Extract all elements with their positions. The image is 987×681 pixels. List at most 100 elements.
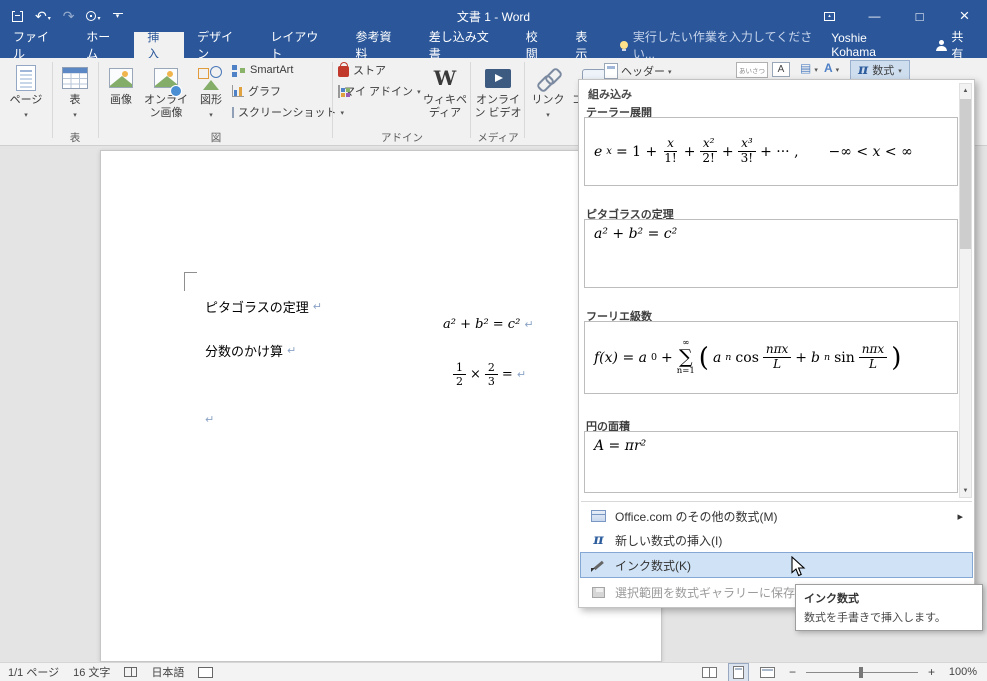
tab-references[interactable]: 参考資料 [342, 30, 415, 61]
web-layout-icon [759, 666, 775, 678]
margin-corner-mark [184, 272, 197, 291]
links-button[interactable]: リンク [528, 60, 568, 132]
group-separator [470, 62, 471, 138]
print-layout-button[interactable] [727, 662, 749, 681]
language-indicator[interactable]: 日本語 [151, 664, 184, 680]
quick-parts-button[interactable] [800, 62, 818, 75]
status-left: 1/1 ページ 16 文字 日本語 [0, 664, 214, 680]
tab-design[interactable]: デザイン [184, 30, 257, 61]
gallery-item-pythagoras[interactable]: a² + b² = c² [584, 219, 958, 288]
chart-button[interactable]: グラフ [230, 81, 330, 101]
maximize-button[interactable] [897, 0, 942, 32]
header-dropdown-arrow [668, 65, 672, 77]
doc-heading-fraction: 分数のかけ算 ↵ [205, 344, 297, 360]
share-label: 共有 [951, 30, 964, 61]
wikipedia-button[interactable]: ウィキペディア [422, 60, 468, 132]
read-mode-icon [701, 666, 717, 678]
zoom-percentage[interactable]: 100% [945, 666, 977, 678]
ime-mode-icon[interactable] [198, 666, 214, 678]
equation-gallery-dropdown: 組み込み テーラー展開 ex = 1 + x 1! + x² 2! + x³ 3! +… [578, 79, 975, 608]
customize-qat-button[interactable] [112, 6, 123, 26]
doc-fraction-equation: 12 × 23 = ↵ [453, 361, 526, 388]
summation: ∞ ∑ n=1 [676, 338, 695, 377]
wordart-icon [824, 62, 833, 75]
save-icon [12, 10, 23, 22]
group-label-addins: アドイン [381, 132, 423, 144]
word-count[interactable]: 16 文字 [73, 664, 110, 680]
office-com-icon [591, 510, 606, 522]
my-addins-button[interactable]: マイ アドイン [336, 81, 422, 101]
submenu-arrow-icon [957, 509, 963, 523]
table-button[interactable]: 表 [56, 60, 94, 132]
tab-insert[interactable]: 挿入 [134, 30, 185, 61]
tooltip-body: 数式を手書きで挿入します。 [804, 612, 946, 624]
save-gallery-icon [592, 586, 605, 598]
online-picture-button[interactable]: オンライン画像 [142, 60, 190, 132]
word-window: 文書 1 - Word ファイル ホーム 挿入 デザイン レイアウト 参考資料 … [0, 0, 987, 681]
web-layout-button[interactable] [756, 665, 779, 680]
wordart-button[interactable] [824, 62, 839, 75]
screenshot-button[interactable]: スクリーンショット [230, 102, 336, 122]
zoom-in-button[interactable]: + [926, 665, 937, 679]
user-name[interactable]: Yoshie Kohama [831, 31, 913, 59]
touch-mode-icon [86, 11, 97, 21]
redo-button[interactable] [63, 6, 75, 26]
equation-button[interactable]: 数式 [850, 60, 910, 80]
store-icon [338, 62, 349, 77]
gallery-scrollbar[interactable] [959, 83, 972, 498]
smartart-button[interactable]: SmartArt [230, 60, 330, 80]
shapes-button[interactable]: 図形 [192, 60, 230, 132]
header-icon [604, 63, 618, 79]
tab-view[interactable]: 表示 [562, 30, 612, 61]
online-video-button[interactable]: オンライン ビデオ [474, 60, 522, 132]
shapes-dropdown-arrow [209, 108, 213, 120]
online-video-icon [485, 68, 511, 88]
menu-item-more-equations[interactable]: Office.com のその他の数式(M) [580, 504, 973, 528]
zoom-slider-thumb[interactable] [858, 666, 863, 678]
wikipedia-icon [434, 68, 456, 88]
touch-mouse-mode-button[interactable] [86, 6, 100, 26]
equation-dropdown-arrow[interactable] [898, 64, 902, 76]
touch-mode-dropdown-arrow[interactable] [97, 9, 100, 23]
tab-mailings[interactable]: 差し込み文書 [416, 30, 513, 61]
screenshot-dropdown-arrow [340, 106, 344, 118]
gallery-item-fourier[interactable]: f(x) = a0 + ∞ ∑ n=1 ( an cos nπx L + bn sin… [584, 321, 958, 394]
tooltip: インク数式 数式を手書きで挿入します。 [795, 584, 983, 631]
tab-review[interactable]: 校閲 [513, 30, 563, 61]
gallery-item-taylor[interactable]: ex = 1 + x 1! + x² 2! + x³ 3! + ··· , −∞ < … [584, 117, 958, 186]
my-addins-icon [338, 84, 345, 98]
tell-me-placeholder: 実行したい作業を入力してください... [632, 30, 813, 61]
menu-item-insert-new-equation[interactable]: 新しい数式の挿入(I) [580, 528, 973, 552]
tell-me-box[interactable]: 実行したい作業を入力してください... [620, 30, 831, 61]
read-mode-button[interactable] [698, 665, 721, 680]
redo-icon [63, 9, 75, 24]
tab-layout[interactable]: レイアウト [257, 30, 342, 61]
zoom-slider[interactable] [805, 666, 918, 678]
header-button[interactable]: ヘッダー [604, 62, 672, 80]
menu-item-ink-equation[interactable]: インク数式(K) [580, 552, 973, 578]
proofing-status-icon[interactable] [124, 667, 138, 677]
share-button[interactable]: 共有 [935, 30, 975, 61]
zoom-out-button[interactable]: − [787, 665, 798, 679]
tab-home[interactable]: ホーム [73, 30, 134, 61]
picture-button[interactable]: 画像 [102, 60, 140, 132]
scroll-down-button[interactable] [960, 484, 971, 497]
undo-button[interactable] [35, 6, 51, 26]
tab-file[interactable]: ファイル [0, 30, 73, 61]
doc-empty-paragraph: ↵ [205, 413, 214, 426]
group-separator [98, 62, 99, 138]
pages-button[interactable]: ページ [4, 60, 48, 132]
group-label-illustrations: 図 [210, 132, 222, 144]
undo-dropdown-arrow[interactable] [48, 9, 51, 23]
pi-icon [858, 63, 868, 77]
group-separator [52, 62, 53, 138]
save-button[interactable] [12, 6, 23, 26]
minimize-button[interactable] [852, 0, 897, 32]
store-button[interactable]: ストア [336, 60, 422, 80]
scroll-thumb[interactable] [960, 99, 971, 249]
text-box-button[interactable]: A [772, 62, 790, 77]
gallery-item-circle-area[interactable]: A = πr² [584, 431, 958, 493]
scroll-up-button[interactable] [960, 84, 971, 97]
greeting-line-button[interactable]: あいさつ [736, 62, 768, 78]
page-indicator[interactable]: 1/1 ページ [8, 664, 59, 680]
